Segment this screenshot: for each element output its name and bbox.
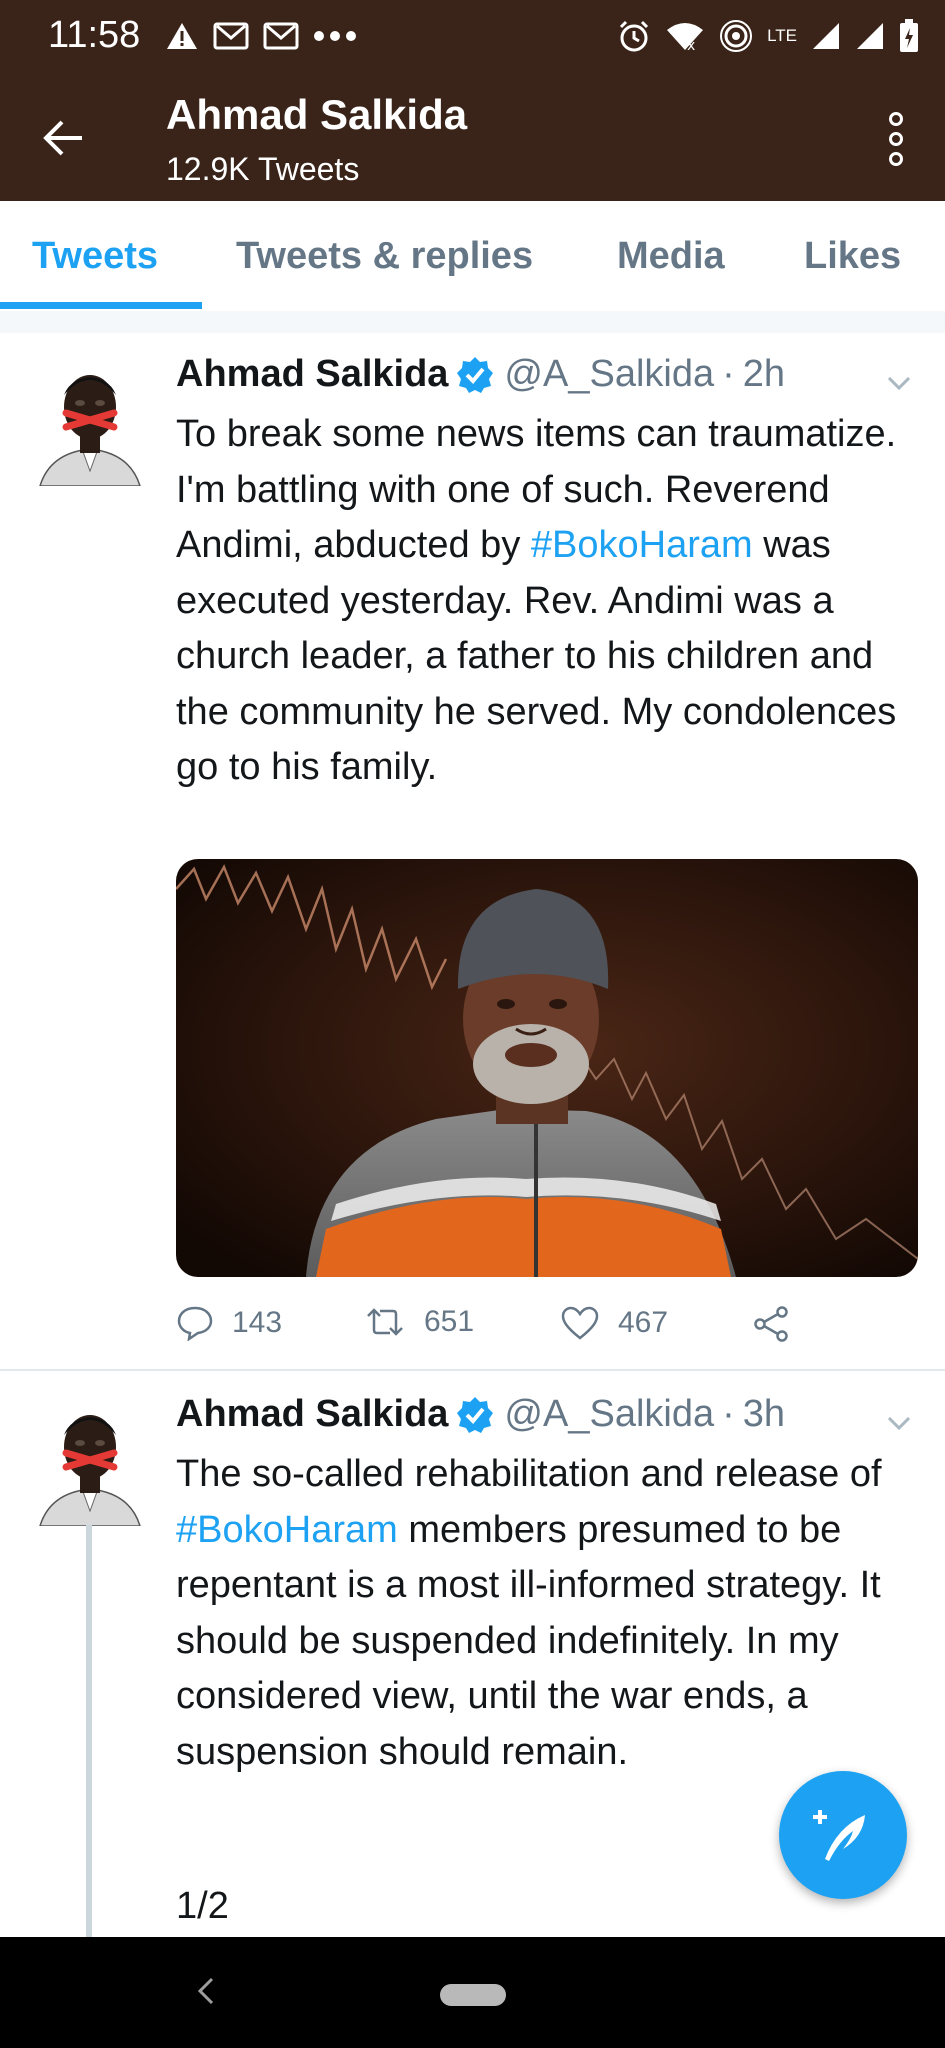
tweet-text: To break some news items can traumatize.…: [176, 407, 916, 796]
avatar[interactable]: [30, 361, 150, 486]
tweet-timestamp: 3h: [742, 1393, 786, 1435]
tweet-actions: 143 651 467: [176, 1305, 876, 1345]
author-handle[interactable]: @A_Salkida: [504, 353, 714, 396]
signal-icon: [857, 23, 883, 49]
tab-tweets-and-replies[interactable]: Tweets & replies: [236, 235, 533, 278]
back-arrow-icon[interactable]: [38, 113, 88, 163]
tab-tweets[interactable]: Tweets: [32, 235, 158, 278]
author-handle[interactable]: @A_Salkida: [504, 1393, 714, 1436]
tweet-item[interactable]: Ahmad Salkida @A_Salkida · 2h To break s…: [0, 333, 945, 1369]
wifi-icon: x: [667, 23, 704, 52]
reply-count: 143: [232, 1306, 283, 1339]
video-still-image: [176, 859, 918, 1277]
like-count: 467: [618, 1306, 669, 1339]
status-time: 11:58: [48, 14, 141, 56]
compose-feather-icon: [813, 1810, 865, 1861]
nav-back-icon[interactable]: [196, 1975, 216, 2007]
active-tab-indicator: [0, 302, 202, 309]
feed-separator: [0, 311, 945, 335]
signal-icon: [813, 23, 839, 49]
system-icons: x LTE: [617, 16, 919, 56]
retweet-icon: [367, 1308, 403, 1336]
hotspot-icon: [720, 20, 753, 52]
verified-badge-icon: [457, 1396, 494, 1433]
tweet-media-image[interactable]: [176, 859, 918, 1277]
notification-icons: [165, 18, 357, 54]
heart-icon: [561, 1306, 599, 1340]
svg-text:x: x: [687, 38, 695, 52]
gmail-icon: [263, 22, 299, 50]
battery-icon: [900, 19, 918, 52]
like-button[interactable]: 467: [560, 1305, 668, 1341]
tab-media[interactable]: Media: [617, 235, 725, 278]
chevron-down-icon[interactable]: [883, 367, 915, 399]
verified-badge-icon: [457, 356, 494, 393]
reply-icon: [177, 1306, 213, 1341]
app-bar: Ahmad Salkida 12.9K Tweets: [0, 73, 945, 201]
tweet-count: 12.9K Tweets: [166, 151, 360, 187]
profile-tabs: Tweets Tweets & replies Media Likes: [0, 201, 945, 313]
profile-title: Ahmad Salkida: [166, 91, 468, 138]
alarm-icon: [620, 20, 649, 52]
hashtag-link[interactable]: #BokoHaram: [531, 524, 753, 566]
tweet-text-segment: The so-called rehabilitation and release…: [176, 1453, 882, 1495]
warning-icon: [167, 23, 197, 49]
network-type-label: LTE: [767, 26, 797, 45]
retweet-button[interactable]: 651: [364, 1305, 474, 1339]
more-options-icon[interactable]: [885, 111, 907, 167]
status-bar: 11:58 x LTE: [0, 0, 945, 73]
thread-connector-line: [86, 1525, 92, 1937]
nav-home-pill[interactable]: [440, 1984, 506, 2006]
gmail-icon: [213, 22, 249, 50]
tweet-header: Ahmad Salkida @A_Salkida · 3h: [176, 1393, 785, 1436]
tweet-timestamp: 2h: [742, 353, 786, 395]
more-notifications-icon: [314, 31, 356, 41]
author-name[interactable]: Ahmad Salkida: [176, 353, 448, 396]
retweet-count: 651: [424, 1305, 475, 1338]
hashtag-link[interactable]: #BokoHaram: [176, 1509, 398, 1551]
tab-likes[interactable]: Likes: [804, 235, 901, 278]
tweet-text: The so-called rehabilitation and release…: [176, 1447, 916, 1780]
chevron-down-icon[interactable]: [883, 1407, 915, 1439]
compose-tweet-button[interactable]: [779, 1771, 907, 1899]
avatar[interactable]: [30, 1401, 150, 1526]
author-name[interactable]: Ahmad Salkida: [176, 1393, 448, 1436]
reply-button[interactable]: 143: [176, 1305, 282, 1341]
meta-separator: ·: [722, 1393, 735, 1435]
meta-separator: ·: [722, 353, 735, 395]
share-button[interactable]: [752, 1305, 790, 1343]
share-icon: [754, 1306, 788, 1342]
tweet-header: Ahmad Salkida @A_Salkida · 2h: [176, 353, 785, 396]
